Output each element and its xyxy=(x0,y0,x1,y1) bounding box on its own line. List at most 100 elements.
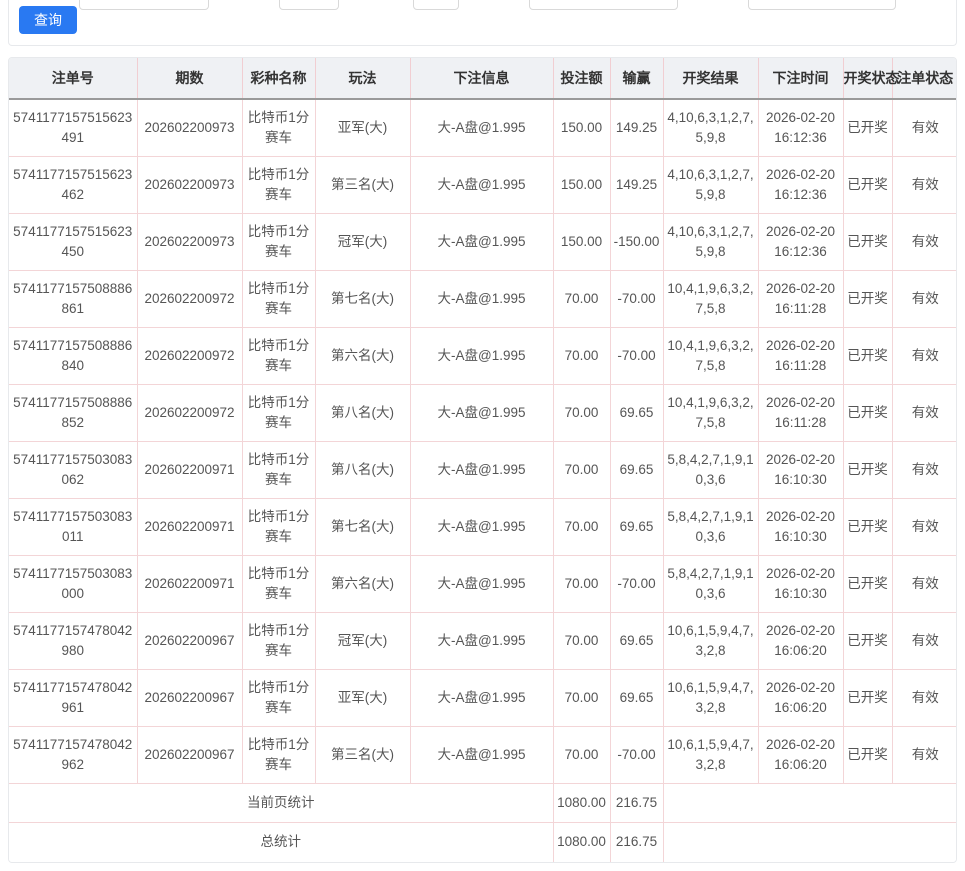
column-header-win-loss: 输赢 xyxy=(610,58,663,99)
cell-win-loss: 69.65 xyxy=(610,613,663,670)
column-header-bet-status: 注单状态 xyxy=(892,58,957,99)
cell-play-type: 第七名(大) xyxy=(315,271,410,328)
cell-bet-id: 5741177157478042980 xyxy=(9,613,137,670)
cell-play-type: 冠军(大) xyxy=(315,214,410,271)
cell-bet-info: 大-A盘@1.995 xyxy=(410,385,553,442)
cell-play-type: 第六名(大) xyxy=(315,556,410,613)
cell-lottery-name: 比特币1分赛车 xyxy=(242,556,315,613)
cell-draw-result: 5,8,4,2,7,1,9,10,3,6 xyxy=(663,442,758,499)
cell-draw-result: 10,6,1,5,9,4,7,3,2,8 xyxy=(663,613,758,670)
cell-bet-time: 2026-02-20 16:10:30 xyxy=(758,499,843,556)
cell-win-loss: 69.65 xyxy=(610,499,663,556)
cell-play-type: 第八名(大) xyxy=(315,442,410,499)
cell-bet-status: 有效 xyxy=(892,442,957,499)
cell-bet-id: 5741177157508886852 xyxy=(9,385,137,442)
cell-bet-time: 2026-02-20 16:10:30 xyxy=(758,442,843,499)
summary-winloss-total-total: 216.75 xyxy=(610,823,663,862)
cell-bet-amount: 70.00 xyxy=(553,271,610,328)
column-header-bet-id: 注单号 xyxy=(9,58,137,99)
filter-input-2[interactable] xyxy=(279,0,339,10)
table-row: 5741177157508886840202602200972比特币1分赛车第六… xyxy=(9,328,957,385)
cell-lottery-name: 比特币1分赛车 xyxy=(242,613,315,670)
summary-empty-cell xyxy=(663,784,957,823)
cell-period: 202602200972 xyxy=(137,328,242,385)
cell-lottery-name: 比特币1分赛车 xyxy=(242,727,315,784)
column-header-play-type: 玩法 xyxy=(315,58,410,99)
cell-bet-time: 2026-02-20 16:06:20 xyxy=(758,670,843,727)
cell-draw-status: 已开奖 xyxy=(843,99,892,157)
cell-win-loss: -70.00 xyxy=(610,328,663,385)
cell-bet-amount: 70.00 xyxy=(553,556,610,613)
cell-bet-status: 有效 xyxy=(892,214,957,271)
cell-play-type: 第三名(大) xyxy=(315,157,410,214)
cell-draw-status: 已开奖 xyxy=(843,271,892,328)
cell-bet-time: 2026-02-20 16:10:30 xyxy=(758,556,843,613)
cell-draw-status: 已开奖 xyxy=(843,442,892,499)
filter-input-1[interactable] xyxy=(79,0,209,10)
cell-period: 202602200972 xyxy=(137,385,242,442)
cell-bet-info: 大-A盘@1.995 xyxy=(410,214,553,271)
summary-row-current-page: 当前页统计 1080.00 216.75 xyxy=(9,784,957,823)
cell-bet-info: 大-A盘@1.995 xyxy=(410,670,553,727)
cell-play-type: 第三名(大) xyxy=(315,727,410,784)
filter-input-4[interactable] xyxy=(529,0,678,10)
query-button[interactable]: 查询 xyxy=(19,6,77,34)
cell-bet-info: 大-A盘@1.995 xyxy=(410,727,553,784)
cell-play-type: 第七名(大) xyxy=(315,499,410,556)
summary-empty-cell xyxy=(663,823,957,862)
cell-play-type: 亚军(大) xyxy=(315,99,410,157)
column-header-bet-time: 下注时间 xyxy=(758,58,843,99)
table-row: 5741177157515623450202602200973比特币1分赛车冠军… xyxy=(9,214,957,271)
cell-draw-status: 已开奖 xyxy=(843,328,892,385)
filter-input-3[interactable] xyxy=(413,0,459,10)
cell-win-loss: -70.00 xyxy=(610,727,663,784)
cell-bet-time: 2026-02-20 16:12:36 xyxy=(758,214,843,271)
cell-bet-amount: 70.00 xyxy=(553,727,610,784)
cell-bet-status: 有效 xyxy=(892,727,957,784)
bet-records-table: 注单号 期数 彩种名称 玩法 下注信息 投注额 输赢 开奖结果 下注时间 开奖状… xyxy=(9,58,957,862)
table-row: 5741177157508886852202602200972比特币1分赛车第八… xyxy=(9,385,957,442)
cell-bet-amount: 70.00 xyxy=(553,385,610,442)
cell-bet-info: 大-A盘@1.995 xyxy=(410,99,553,157)
cell-bet-amount: 70.00 xyxy=(553,442,610,499)
filter-input-5[interactable] xyxy=(748,0,896,10)
cell-draw-status: 已开奖 xyxy=(843,727,892,784)
cell-win-loss: 69.65 xyxy=(610,442,663,499)
summary-bet-total-total: 1080.00 xyxy=(553,823,610,862)
cell-win-loss: 149.25 xyxy=(610,99,663,157)
cell-draw-status: 已开奖 xyxy=(843,385,892,442)
cell-bet-status: 有效 xyxy=(892,271,957,328)
summary-winloss-total-current-page: 216.75 xyxy=(610,784,663,823)
cell-lottery-name: 比特币1分赛车 xyxy=(242,442,315,499)
cell-bet-amount: 150.00 xyxy=(553,157,610,214)
cell-bet-time: 2026-02-20 16:06:20 xyxy=(758,613,843,670)
table-row: 5741177157515623491202602200973比特币1分赛车亚军… xyxy=(9,99,957,157)
table-row: 5741177157503083062202602200971比特币1分赛车第八… xyxy=(9,442,957,499)
cell-draw-result: 5,8,4,2,7,1,9,10,3,6 xyxy=(663,499,758,556)
cell-bet-time: 2026-02-20 16:11:28 xyxy=(758,385,843,442)
cell-bet-id: 5741177157508886840 xyxy=(9,328,137,385)
cell-win-loss: -70.00 xyxy=(610,556,663,613)
cell-bet-info: 大-A盘@1.995 xyxy=(410,271,553,328)
cell-bet-status: 有效 xyxy=(892,670,957,727)
cell-bet-amount: 70.00 xyxy=(553,499,610,556)
cell-lottery-name: 比特币1分赛车 xyxy=(242,214,315,271)
cell-period: 202602200967 xyxy=(137,613,242,670)
table-body: 5741177157515623491202602200973比特币1分赛车亚军… xyxy=(9,99,957,784)
cell-draw-status: 已开奖 xyxy=(843,499,892,556)
cell-bet-id: 5741177157503083011 xyxy=(9,499,137,556)
cell-draw-result: 4,10,6,3,1,2,7,5,9,8 xyxy=(663,99,758,157)
cell-bet-info: 大-A盘@1.995 xyxy=(410,556,553,613)
cell-draw-status: 已开奖 xyxy=(843,613,892,670)
cell-lottery-name: 比特币1分赛车 xyxy=(242,157,315,214)
cell-bet-info: 大-A盘@1.995 xyxy=(410,613,553,670)
summary-label-total: 总统计 xyxy=(9,823,553,862)
cell-bet-amount: 70.00 xyxy=(553,670,610,727)
cell-bet-id: 5741177157515623450 xyxy=(9,214,137,271)
cell-period: 202602200971 xyxy=(137,442,242,499)
cell-draw-status: 已开奖 xyxy=(843,556,892,613)
cell-draw-result: 10,4,1,9,6,3,2,7,5,8 xyxy=(663,328,758,385)
cell-bet-amount: 70.00 xyxy=(553,328,610,385)
cell-win-loss: 69.65 xyxy=(610,385,663,442)
table-row: 5741177157478042961202602200967比特币1分赛车亚军… xyxy=(9,670,957,727)
